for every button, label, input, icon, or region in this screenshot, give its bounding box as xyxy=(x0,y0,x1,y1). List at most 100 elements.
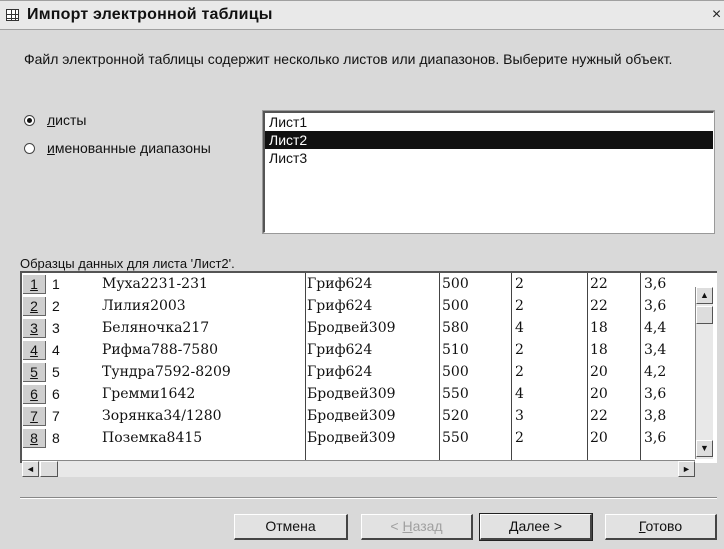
sheet-listbox[interactable]: Лист1 Лист2 Лист3 xyxy=(262,110,715,234)
row-number[interactable]: 1 xyxy=(23,275,46,294)
table-cell: Бродвей309 xyxy=(307,408,396,424)
table-cell: 3,4 xyxy=(644,342,667,358)
table-cell: 20 xyxy=(590,386,608,402)
radio-sheets[interactable]: листы xyxy=(24,112,86,128)
table-cell: 500 xyxy=(442,298,469,314)
table-cell: Бродвей309 xyxy=(307,320,396,336)
table-cell: 4 xyxy=(515,386,524,402)
table-cell: 520 xyxy=(442,408,469,424)
row-number[interactable]: 5 xyxy=(23,363,46,382)
next-button[interactable]: Далее > xyxy=(479,513,593,541)
table-cell: 4 xyxy=(515,320,524,336)
table-cell: Тундра7592-8209 xyxy=(102,364,231,380)
table-cell: 2 xyxy=(515,364,524,380)
table-cell: 3,6 xyxy=(644,430,667,446)
horizontal-scrollbar[interactable]: ◄ ► xyxy=(22,460,695,477)
table-cell: 550 xyxy=(442,430,469,446)
table-cell: 20 xyxy=(590,364,608,380)
radio-sheets-indicator[interactable] xyxy=(24,114,35,126)
table-row: 2 2 Лилия2003 Гриф624 500 2 22 3,6 xyxy=(22,295,694,317)
table-cell: Беляночка217 xyxy=(102,320,210,336)
description-text: Файл электронной таблицы содержит нескол… xyxy=(24,51,673,67)
radio-named-ranges-label: именованные диапазоны xyxy=(47,140,211,156)
table-cell: Лилия2003 xyxy=(102,298,186,314)
table-cell: 22 xyxy=(590,298,608,314)
table-cell: Гриф624 xyxy=(307,276,373,292)
table-cell: 3 xyxy=(52,320,60,336)
table-row: 7 7 Зорянка34/1280 Бродвей309 520 3 22 3,8 xyxy=(22,405,694,427)
table-cell: 3,8 xyxy=(644,408,667,424)
table-cell: 500 xyxy=(442,276,469,292)
list-item-sheet2[interactable]: Лист2 xyxy=(265,131,713,149)
row-number[interactable]: 7 xyxy=(23,407,46,426)
row-number[interactable]: 4 xyxy=(23,341,46,360)
table-cell: 6 xyxy=(52,386,60,402)
table-cell: 510 xyxy=(442,342,469,358)
table-cell: 22 xyxy=(590,276,608,292)
table-row: 3 3 Беляночка217 Бродвей309 580 4 18 4,4 xyxy=(22,317,694,339)
table-row: 5 5 Тундра7592-8209 Гриф624 500 2 20 4,2 xyxy=(22,361,694,383)
table-cell: 18 xyxy=(590,320,608,336)
table-cell: 20 xyxy=(590,430,608,446)
scroll-right-icon[interactable]: ► xyxy=(678,461,695,477)
table-cell: 22 xyxy=(590,408,608,424)
table-cell: 18 xyxy=(590,342,608,358)
finish-button[interactable]: Готово xyxy=(605,514,717,540)
cancel-button[interactable]: Отмена xyxy=(234,514,348,540)
table-cell: 550 xyxy=(442,386,469,402)
sample-data-grid: 1 1 Муха2231-231 Гриф624 500 2 22 3,6 2 2 Лилия200… xyxy=(20,271,717,463)
radio-named-ranges[interactable]: именованные диапазоны xyxy=(24,140,211,156)
table-cell: 580 xyxy=(442,320,469,336)
table-cell: 8 xyxy=(52,430,60,446)
table-cell: 3,6 xyxy=(644,386,667,402)
table-cell: Бродвей309 xyxy=(307,430,396,446)
table-cell: 3 xyxy=(515,408,524,424)
table-cell: 500 xyxy=(442,364,469,380)
table-cell: Муха2231-231 xyxy=(102,276,208,292)
table-row: 8 8 Поземка8415 Бродвей309 550 2 20 3,6 xyxy=(22,427,694,449)
table-cell: 2 xyxy=(515,430,524,446)
table-cell: Гриф624 xyxy=(307,298,373,314)
table-cell: 2 xyxy=(515,342,524,358)
list-item-sheet3[interactable]: Лист3 xyxy=(265,149,713,167)
scroll-down-icon[interactable]: ▼ xyxy=(696,440,713,457)
table-cell: 5 xyxy=(52,364,60,380)
vertical-scroll-thumb[interactable] xyxy=(696,306,713,324)
window-title: Импорт электронной таблицы xyxy=(27,6,273,23)
title-bar: Импорт электронной таблицы × xyxy=(0,0,724,30)
table-cell: 2 xyxy=(515,298,524,314)
table-icon xyxy=(6,9,19,21)
scroll-left-icon[interactable]: ◄ xyxy=(22,461,39,477)
table-cell: Поземка8415 xyxy=(102,430,203,446)
table-cell: 4,4 xyxy=(644,320,667,336)
table-row: 4 4 Рифма788-7580 Гриф624 510 2 18 3,4 xyxy=(22,339,694,361)
radio-sheets-label: листы xyxy=(47,112,87,128)
radio-named-ranges-indicator[interactable] xyxy=(24,142,35,154)
sample-data-label: Образцы данных для листа 'Лист2'. xyxy=(20,256,235,271)
scroll-up-icon[interactable]: ▲ xyxy=(696,287,713,304)
back-button[interactable]: < Назад xyxy=(361,514,473,540)
vertical-scrollbar[interactable]: ▲ ▼ xyxy=(695,287,713,459)
list-item-sheet1[interactable]: Лист1 xyxy=(265,113,713,131)
row-number[interactable]: 8 xyxy=(23,429,46,448)
row-number[interactable]: 2 xyxy=(23,297,46,316)
table-cell: Зорянка34/1280 xyxy=(102,408,222,424)
table-cell: 2 xyxy=(52,298,60,314)
table-cell: 3,6 xyxy=(644,298,667,314)
horizontal-scroll-thumb[interactable] xyxy=(40,461,58,477)
table-cell: 4 xyxy=(52,342,60,358)
table-cell: 2 xyxy=(515,276,524,292)
table-cell: Гриф624 xyxy=(307,364,373,380)
row-number[interactable]: 6 xyxy=(23,385,46,404)
row-number[interactable]: 3 xyxy=(23,319,46,338)
close-icon[interactable]: × xyxy=(709,6,724,24)
table-row: 1 1 Муха2231-231 Гриф624 500 2 22 3,6 xyxy=(22,273,694,295)
table-cell: 1 xyxy=(52,276,60,292)
table-cell: Гремми1642 xyxy=(102,386,196,402)
table-cell: 3,6 xyxy=(644,276,667,292)
table-cell: Бродвей309 xyxy=(307,386,396,402)
table-cell: Рифма788-7580 xyxy=(102,342,219,358)
table-cell: 4,2 xyxy=(644,364,667,380)
table-cell: Гриф624 xyxy=(307,342,373,358)
table-cell: 7 xyxy=(52,408,60,424)
